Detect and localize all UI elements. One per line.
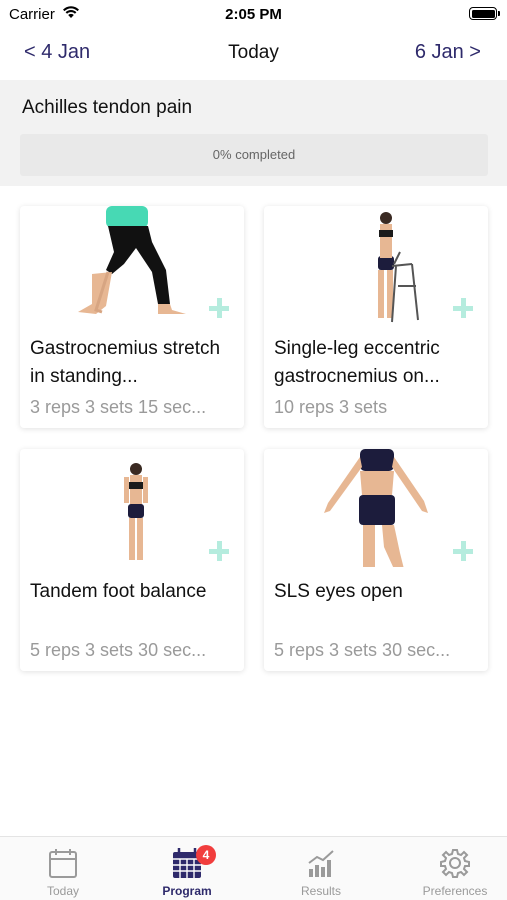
tab-label: Results [300,884,341,898]
tab-label: Today [46,884,80,898]
add-exercise-icon[interactable] [453,298,473,318]
program-name: Achilles tendon pain [22,97,193,118]
previous-day-button[interactable]: < 4 Jan [24,41,90,64]
battery-icon [469,7,500,20]
exercise-meta: 5 reps 3 sets 30 sec... [274,640,451,660]
tab-preferences[interactable]: Preferences [392,837,507,900]
add-exercise-icon[interactable] [209,298,229,318]
exercise-title: Tandem foot balance [30,581,207,602]
exercise-title: Gastrocnemius stretch in standing... [30,338,221,387]
tab-label: Preferences [422,884,488,898]
progress-label: 0% completed [212,147,296,162]
status-time: 2:05 PM [225,6,282,23]
add-exercise-icon[interactable] [453,541,473,561]
exercise-card-sls-eyes-open[interactable]: SLS eyes open 5 reps 3 sets 30 sec... [264,449,488,671]
notification-badge: 4 [196,845,216,865]
add-exercise-icon[interactable] [209,541,229,561]
exercise-title: SLS eyes open [274,581,403,602]
tab-label: Program [162,884,212,898]
next-day-button[interactable]: 6 Jan > [415,41,481,64]
date-navigation: < 4 Jan Today 6 Jan > [0,30,507,78]
calendar-icon [49,849,77,878]
tab-bar: Today 4 Program Results Preferences [0,836,507,900]
exercise-card-tandem-foot-balance[interactable]: Tandem foot balance 5 reps 3 sets 30 sec… [20,449,244,671]
gear-icon [440,849,470,878]
exercise-meta: 10 reps 3 sets [274,397,388,417]
progress-bar: 0% completed [20,134,488,176]
status-bar: Carrier 2:05 PM [0,0,507,30]
tab-today[interactable]: Today [0,837,126,900]
exercise-meta: 5 reps 3 sets 30 sec... [30,640,207,660]
program-header: Achilles tendon pain 0% completed [0,80,507,186]
exercise-card-gastrocnemius-stretch[interactable]: Gastrocnemius stretch in standing... 3 r… [20,206,244,428]
tab-program[interactable]: 4 Program [124,837,250,900]
exercise-card-single-leg-eccentric[interactable]: Single-leg eccentric gastrocnemius on...… [264,206,488,428]
tab-results[interactable]: Results [258,837,384,900]
chart-icon [308,850,334,877]
exercise-title: Single-leg eccentric gastrocnemius on... [274,338,440,387]
exercise-meta: 3 reps 3 sets 15 sec... [30,397,207,417]
